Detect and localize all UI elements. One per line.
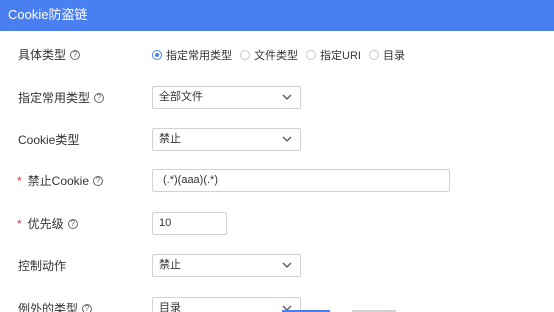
help-icon[interactable]: ? [70, 50, 81, 60]
radio-directory[interactable]: 目录 [368, 47, 405, 63]
priority-input[interactable]: 10 [152, 212, 227, 235]
radio-uri[interactable]: 指定URI [306, 47, 361, 63]
exception-type-label: 例外的类型 ? [18, 297, 93, 312]
radio-checked-icon[interactable] [152, 50, 162, 60]
cookie-type-select[interactable]: 禁止 [152, 128, 301, 151]
chevron-down-icon [282, 262, 292, 268]
radio-unchecked-icon[interactable] [368, 50, 379, 60]
help-icon[interactable]: ? [82, 304, 93, 312]
row-exception-type: 例外的类型 ? 目录 [0, 297, 554, 312]
row-control-action: 控制动作 禁止 [0, 254, 554, 278]
exception-type-select[interactable]: 目录 [152, 297, 301, 312]
help-icon[interactable]: ? [93, 176, 104, 186]
common-type-select[interactable]: 全部文件 [152, 86, 301, 109]
dialog-header: Cookie防盗链 [0, 0, 554, 31]
radio-unchecked-icon[interactable] [306, 50, 316, 60]
radio-unchecked-icon[interactable] [240, 50, 250, 60]
chevron-down-icon [282, 136, 292, 142]
forbid-cookie-label: * 禁止Cookie ? [17, 169, 104, 193]
radio-file-type[interactable]: 文件类型 [240, 47, 298, 63]
forbid-cookie-input[interactable]: (.*)(aaa)(.*) [152, 169, 450, 192]
cookie-type-label: Cookie类型 [18, 133, 80, 147]
row-cookie-type: Cookie类型 禁止 [0, 128, 554, 152]
specific-type-radio-group: 指定常用类型 文件类型 指定URI 目录 [152, 43, 413, 67]
help-icon[interactable]: ? [94, 93, 105, 103]
common-type-label: 指定常用类型 ? [18, 86, 105, 110]
specific-type-label: 具体类型 ? [18, 43, 81, 67]
row-specific-type: 具体类型 ? 指定常用类型 文件类型 指定URI 目录 [0, 43, 554, 67]
dialog-title: Cookie防盗链 [8, 7, 88, 22]
row-common-type: 指定常用类型 ? 全部文件 [0, 86, 554, 110]
radio-common-type[interactable]: 指定常用类型 [152, 47, 232, 63]
cookie-hotlink-form: 具体类型 ? 指定常用类型 文件类型 指定URI 目录 指定常用类型 ? 全部文… [0, 31, 554, 312]
chevron-down-icon [282, 94, 292, 100]
help-icon[interactable]: ? [67, 219, 78, 229]
row-forbid-cookie: * 禁止Cookie ? (.*)(aaa)(.*) [0, 169, 554, 193]
control-action-select[interactable]: 禁止 [152, 254, 301, 277]
required-mark: * [17, 174, 22, 188]
required-mark: * [17, 217, 22, 231]
row-priority: * 优先级 ? 10 [0, 212, 554, 236]
control-action-label: 控制动作 [18, 259, 67, 273]
priority-label: * 优先级 ? [17, 212, 78, 236]
